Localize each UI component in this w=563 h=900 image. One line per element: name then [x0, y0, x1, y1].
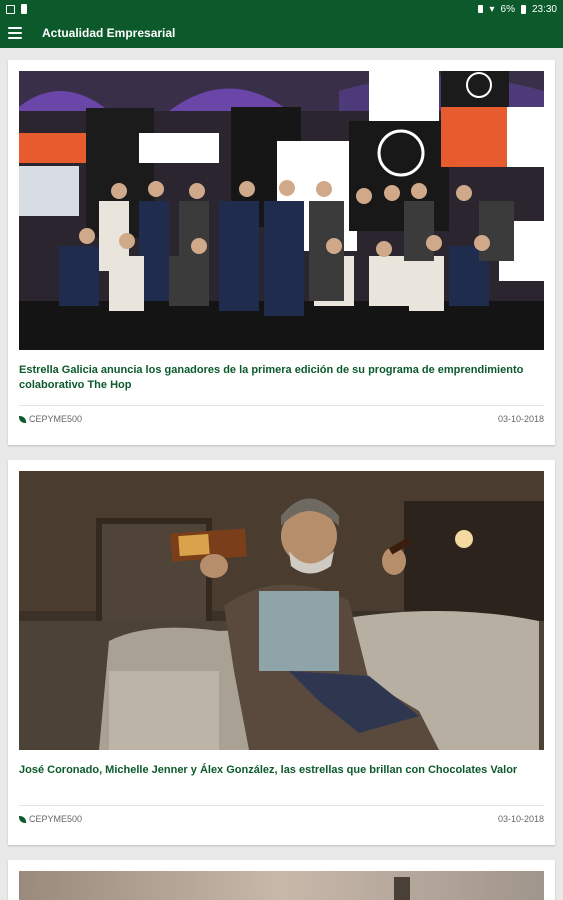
wifi-icon: ▾ — [489, 3, 495, 15]
article-date: 03-10-2018 — [497, 814, 544, 824]
article-headline[interactable]: José Coronado, Michelle Jenner y Álex Go… — [19, 763, 544, 778]
status-bar: ▾ 6% 23:30 — [0, 0, 563, 18]
article-card[interactable]: José Coronado, Michelle Jenner y Álex Go… — [8, 460, 555, 845]
article-card[interactable] — [8, 860, 555, 900]
article-card[interactable]: Estrella Galicia anuncia los ganadores d… — [8, 60, 555, 445]
source-leaf-icon — [19, 415, 26, 423]
article-image[interactable] — [19, 871, 544, 900]
divider — [19, 805, 544, 806]
article-source: CEPYME500 — [29, 414, 83, 424]
menu-icon[interactable] — [8, 27, 22, 39]
sim-icon — [478, 5, 484, 13]
divider — [19, 405, 544, 406]
article-image[interactable] — [19, 471, 544, 750]
app-title: Actualidad Empresarial — [42, 26, 176, 40]
source-leaf-icon — [19, 815, 26, 823]
article-meta: CEPYME500 03-10-2018 — [19, 814, 544, 824]
article-date: 03-10-2018 — [497, 414, 544, 424]
battery-icon — [520, 4, 526, 14]
article-source: CEPYME500 — [29, 814, 83, 824]
image-notification-icon — [6, 4, 15, 14]
article-image[interactable] — [19, 71, 544, 350]
clock: 23:30 — [531, 3, 557, 15]
clipboard-notification-icon — [21, 4, 27, 14]
article-meta: CEPYME500 03-10-2018 — [19, 414, 544, 424]
article-headline[interactable]: Estrella Galicia anuncia los ganadores d… — [19, 363, 544, 393]
app-bar: Actualidad Empresarial — [0, 18, 563, 48]
battery-level: 6% — [500, 3, 515, 15]
